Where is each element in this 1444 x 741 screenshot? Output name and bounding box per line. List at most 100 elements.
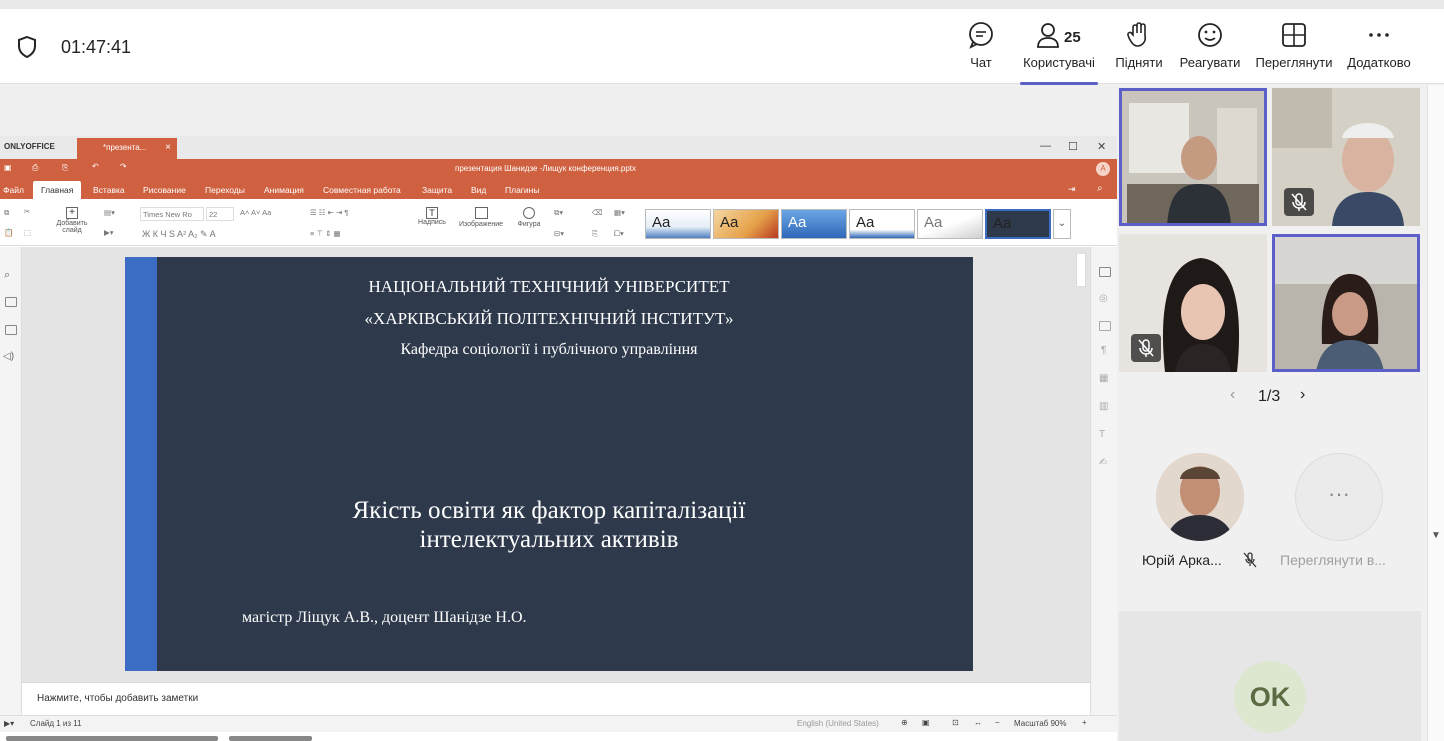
- panel-scrollbar[interactable]: ▼: [1427, 85, 1444, 741]
- comments-icon[interactable]: [5, 325, 17, 335]
- spellcheck-icon[interactable]: ▣: [922, 718, 930, 727]
- slides-panel-icon[interactable]: [5, 297, 17, 307]
- chat-button[interactable]: Чат: [960, 21, 1002, 85]
- view-all-label[interactable]: Переглянути в...: [1280, 552, 1386, 568]
- copy-style-icon[interactable]: ⎘: [592, 229, 598, 239]
- theme-lines[interactable]: Aa: [849, 209, 915, 239]
- image-button[interactable]: Изображение: [455, 207, 507, 228]
- fit-slide-icon[interactable]: ⊡: [952, 718, 959, 727]
- slide-scroll-thumb[interactable]: [1076, 253, 1086, 287]
- quick-print-icon[interactable]: ⎘: [62, 163, 68, 173]
- maximize-icon[interactable]: ☐: [1068, 140, 1078, 153]
- shape-button[interactable]: Фигура: [512, 207, 546, 228]
- font-name-select[interactable]: Times New Ro: [140, 207, 204, 221]
- open-location-icon[interactable]: ⇥: [1068, 184, 1076, 195]
- language-label[interactable]: English (United States): [797, 719, 879, 728]
- signature-settings-icon[interactable]: ✍: [1099, 457, 1107, 468]
- participant-tile-ok[interactable]: OK: [1119, 611, 1421, 741]
- clear-style-icon[interactable]: ⌫: [592, 208, 603, 217]
- react-label: Реагувати: [1179, 55, 1241, 70]
- font-grow-icon[interactable]: A˄ A˅ Aa: [240, 208, 271, 217]
- slideshow-icon[interactable]: ▶▾: [104, 228, 114, 237]
- view-button[interactable]: Переглянути: [1252, 21, 1336, 85]
- video-pager: ‹ 1/3 ›: [1230, 386, 1320, 410]
- align-shape-icon[interactable]: ⊟▾: [554, 229, 564, 238]
- textart-settings-icon[interactable]: T: [1099, 429, 1105, 440]
- menu-view[interactable]: Вид: [471, 185, 486, 195]
- paste-icon[interactable]: 📋: [4, 228, 13, 237]
- minimize-icon[interactable]: —: [1040, 140, 1051, 152]
- font-size-select[interactable]: 22: [206, 207, 234, 221]
- video-tile-2[interactable]: [1272, 88, 1420, 226]
- table-settings-icon[interactable]: ▦: [1099, 373, 1108, 384]
- shield-icon[interactable]: [16, 35, 38, 59]
- save-icon[interactable]: ▣: [4, 163, 12, 172]
- select-all-icon[interactable]: ⬚: [24, 228, 31, 237]
- slide-size-icon[interactable]: ⧠▾: [614, 229, 624, 239]
- people-button[interactable]: 25 Користувачі: [1020, 21, 1098, 85]
- arrange-icon[interactable]: ⧉▾: [554, 208, 563, 218]
- copy-icon[interactable]: ⧉: [4, 208, 9, 218]
- menu-collaboration[interactable]: Совместная работа: [323, 185, 401, 195]
- notes-area[interactable]: Нажмите, чтобы добавить заметки: [22, 682, 1090, 715]
- close-window-icon[interactable]: ✕: [1097, 140, 1106, 153]
- close-tab-icon[interactable]: ×: [165, 142, 171, 153]
- video-tile-4[interactable]: [1272, 234, 1420, 372]
- zoom-out-icon[interactable]: −: [995, 718, 1000, 727]
- slide-title-line2: інтелектуальних активів: [419, 526, 679, 553]
- participant-photo: [1156, 453, 1244, 541]
- add-slide-button[interactable]: + Добавить слайд: [52, 207, 92, 234]
- play-slideshow-icon[interactable]: ▶▾: [4, 719, 14, 728]
- participant-avatar-1[interactable]: [1156, 453, 1244, 541]
- onlyoffice-title-bar: ▣ ⎙ ⎘ ↶ ↷ презентация Шанидзе -Лищук кон…: [0, 159, 1117, 179]
- theme-expand-icon[interactable]: ⌄: [1053, 209, 1071, 239]
- raise-hand-button[interactable]: Підняти: [1112, 21, 1166, 85]
- theme-blue[interactable]: Aa: [781, 209, 847, 239]
- video-tile-1[interactable]: [1119, 88, 1267, 226]
- theme-blank[interactable]: Aa: [645, 209, 711, 239]
- globe-icon[interactable]: ⊕: [901, 718, 908, 727]
- previous-page-icon[interactable]: ‹: [1230, 386, 1235, 404]
- find-icon[interactable]: ⌕: [4, 269, 10, 282]
- slide-settings-icon[interactable]: [1099, 267, 1111, 277]
- font-style-icons[interactable]: Ж К Ч S A² A₂ ✎ A: [142, 229, 216, 240]
- change-layout-icon[interactable]: ▦▾: [614, 208, 625, 217]
- layout-icon[interactable]: ▤▾: [104, 208, 115, 217]
- menu-draw[interactable]: Рисование: [143, 185, 186, 195]
- react-button[interactable]: Реагувати: [1176, 21, 1244, 85]
- cut-icon[interactable]: ✂: [24, 207, 30, 216]
- menu-transitions[interactable]: Переходы: [205, 185, 245, 195]
- fit-width-icon[interactable]: ↔: [974, 718, 982, 727]
- text-box-button[interactable]: T Надпись: [414, 207, 450, 226]
- speaker-icon[interactable]: ◁): [3, 351, 14, 362]
- search-icon[interactable]: ⌕: [1097, 183, 1103, 194]
- video-tile-3[interactable]: [1119, 234, 1267, 372]
- paragraph-settings-icon[interactable]: ¶: [1101, 345, 1106, 356]
- next-page-icon[interactable]: ›: [1300, 386, 1305, 404]
- view-all-avatar[interactable]: ···: [1295, 453, 1383, 541]
- zoom-in-icon[interactable]: +: [1082, 718, 1087, 727]
- theme-classic[interactable]: Aa: [713, 209, 779, 239]
- current-slide[interactable]: НАЦІОНАЛЬНИЙ ТЕХНІЧНИЙ УНІВЕРСИТЕТ «ХАРК…: [125, 257, 973, 671]
- image-settings-icon[interactable]: [1099, 321, 1111, 331]
- theme-dark[interactable]: Aa: [985, 209, 1051, 239]
- undo-icon[interactable]: ↶: [92, 162, 99, 171]
- menu-protection[interactable]: Защита: [422, 185, 452, 195]
- menu-file[interactable]: Файл: [3, 185, 24, 195]
- list-icons[interactable]: ☰ ☷ ⇤ ⇥ ¶: [310, 208, 348, 217]
- menu-home[interactable]: Главная: [33, 181, 82, 199]
- theme-sample-text: Aa: [652, 214, 671, 231]
- more-button[interactable]: Додатково: [1344, 21, 1414, 85]
- menu-animation[interactable]: Анимация: [264, 185, 304, 195]
- document-tab[interactable]: *презента... ×: [77, 138, 177, 159]
- redo-icon[interactable]: ↷: [120, 162, 127, 171]
- menu-insert[interactable]: Вставка: [93, 185, 125, 195]
- user-avatar[interactable]: A: [1096, 162, 1110, 176]
- shape-settings-icon[interactable]: ◎: [1099, 293, 1108, 304]
- menu-plugins[interactable]: Плагины: [505, 185, 539, 195]
- print-icon[interactable]: ⎙: [32, 163, 38, 173]
- align-icons[interactable]: ≡ ⊤ ⇕ ▦: [310, 229, 341, 238]
- chart-settings-icon[interactable]: ▥: [1099, 401, 1108, 412]
- scroll-down-icon[interactable]: ▼: [1431, 530, 1441, 541]
- theme-gray[interactable]: Aa: [917, 209, 983, 239]
